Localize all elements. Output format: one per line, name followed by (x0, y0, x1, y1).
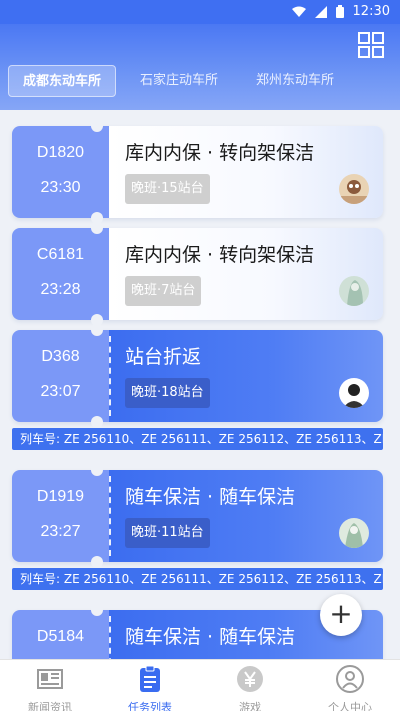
task-card-left: D5184 (12, 610, 109, 659)
task-time: 23:27 (40, 523, 81, 540)
task-title: 随车保洁 · 随车保洁 (125, 626, 296, 648)
task-title: 随车保洁 · 随车保洁 (125, 486, 296, 508)
card-notch (91, 604, 103, 616)
task-card-right: 随车保洁 · 随车保洁 晚班·11站台 (109, 470, 383, 562)
nav-label: 任务列表 (128, 701, 172, 711)
nav-label: 新闻资讯 (28, 701, 72, 711)
task-card-left: C6181 23:28 (12, 228, 109, 320)
card-notch (91, 464, 103, 476)
card-notch (91, 556, 103, 568)
card-divider (109, 132, 111, 212)
nav-item-news[interactable]: 新闻资讯 (0, 660, 100, 711)
task-card[interactable]: D368 23:07 站台折返 晚班·18站台 (12, 330, 383, 422)
task-title: 库内内保 · 转向架保洁 (125, 142, 315, 164)
train-number: C6181 (36, 246, 85, 263)
header: 成都东动车所 石家庄动车所 郑州东动车所 (0, 24, 400, 110)
train-numbers-row: 列车号: ZE 256110、ZE 256111、ZE 256112、ZE 25… (12, 568, 383, 590)
news-icon (37, 669, 63, 689)
card-divider (109, 336, 111, 416)
card-notch (91, 324, 103, 336)
battery-icon (335, 5, 344, 18)
shift-tag: 晚班·15站台 (125, 174, 210, 204)
avatar (339, 378, 369, 408)
task-card-right: 库内内保 · 转向架保洁 晚班·15站台 (109, 126, 383, 218)
tab-shijiazhuang[interactable]: 石家庄动车所 (126, 65, 232, 97)
card-notch (91, 120, 103, 132)
train-number: D5184 (36, 628, 85, 645)
train-number: D1919 (36, 488, 85, 505)
nav-item-profile[interactable]: 个人中心 (300, 660, 400, 711)
shift-tag: 晚班·18站台 (125, 378, 210, 408)
nav-label: 游戏 (239, 701, 261, 711)
train-number: D1820 (36, 144, 85, 161)
task-card[interactable]: D1919 23:27 随车保洁 · 随车保洁 晚班·11站台 (12, 470, 383, 562)
train-number: D368 (41, 348, 80, 365)
task-title: 库内内保 · 转向架保洁 (125, 244, 315, 266)
task-card-left: D1820 23:30 (12, 126, 109, 218)
grid-menu-icon[interactable] (358, 32, 384, 58)
task-time: 23:30 (40, 179, 81, 196)
nav-label: 个人中心 (328, 701, 372, 711)
avatar (339, 276, 369, 306)
avatar (339, 174, 369, 204)
task-time: 23:28 (40, 281, 81, 298)
avatar (339, 518, 369, 548)
card-notch (91, 222, 103, 234)
tab-chengdu-east[interactable]: 成都东动车所 (8, 65, 117, 97)
card-notch (91, 416, 103, 428)
tab-zhengzhou-east[interactable]: 郑州东动车所 (242, 65, 348, 97)
add-task-button[interactable]: + (320, 594, 362, 636)
nav-item-games[interactable]: 游戏 (200, 660, 300, 711)
user-icon (336, 665, 364, 693)
wifi-icon (291, 6, 306, 17)
status-bar: 12:30 (0, 0, 400, 24)
task-time: 23:07 (40, 383, 81, 400)
task-card-right: 库内内保 · 转向架保洁 晚班·7站台 (109, 228, 383, 320)
status-time: 12:30 (352, 4, 390, 19)
signal-icon (314, 5, 327, 18)
task-card[interactable]: D1820 23:30 库内内保 · 转向架保洁 晚班·15站台 (12, 126, 383, 218)
card-divider (109, 234, 111, 314)
depot-tabs: 成都东动车所 石家庄动车所 郑州东动车所 (8, 64, 392, 98)
nav-item-tasks[interactable]: 任务列表 (100, 660, 200, 711)
shift-tag: 晚班·7站台 (125, 276, 202, 306)
task-card-left: D368 23:07 (12, 330, 109, 422)
task-card[interactable]: C6181 23:28 库内内保 · 转向架保洁 晚班·7站台 (12, 228, 383, 320)
train-numbers-row: 列车号: ZE 256110、ZE 256111、ZE 256112、ZE 25… (12, 428, 383, 450)
card-divider (109, 476, 111, 556)
task-list-icon (140, 665, 160, 692)
task-list: D1820 23:30 库内内保 · 转向架保洁 晚班·15站台 C6181 2… (0, 110, 400, 659)
task-card-right: 站台折返 晚班·18站台 (109, 330, 383, 422)
bottom-nav: 新闻资讯 任务列表 游戏 个人中心 (0, 659, 400, 711)
task-card-left: D1919 23:27 (12, 470, 109, 562)
yen-icon (237, 666, 263, 692)
shift-tag: 晚班·11站台 (125, 518, 210, 548)
card-divider (109, 616, 111, 659)
task-title: 站台折返 (125, 346, 202, 368)
